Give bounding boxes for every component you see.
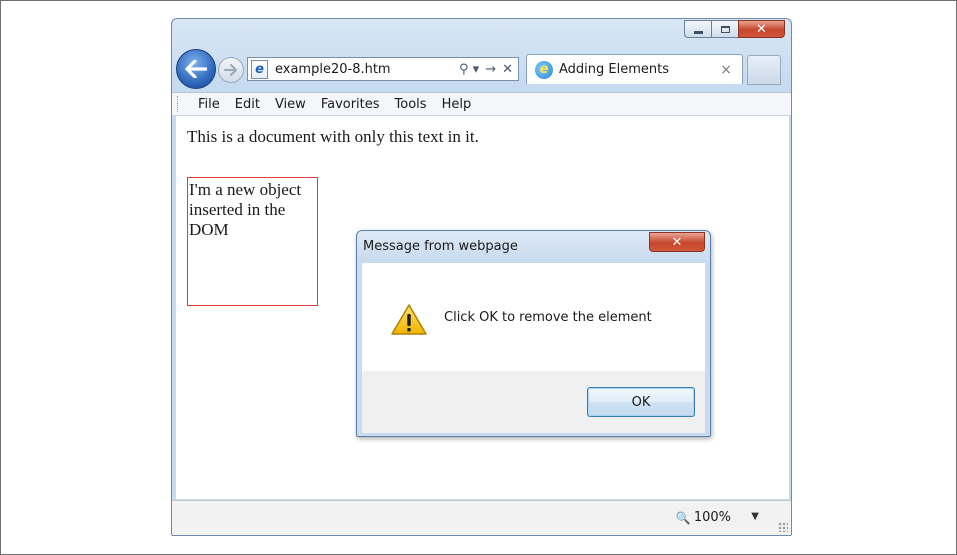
navigation-bar: e example20-8.htm ⚲ ▾ → ✕ e Adding Eleme…	[172, 47, 791, 91]
maximize-icon	[720, 25, 730, 33]
address-bar[interactable]: e example20-8.htm ⚲ ▾ → ✕	[247, 57, 519, 81]
dialog-title: Message from webpage	[363, 239, 518, 254]
zoom-level: 100%	[693, 510, 731, 525]
caption-buttons: ✕	[684, 20, 785, 38]
menu-grip	[177, 96, 181, 112]
inserted-element: I'm a new object inserted in the DOM	[187, 177, 318, 306]
address-text[interactable]: example20-8.htm	[275, 62, 391, 77]
menu-item-favorites[interactable]: Favorites	[321, 97, 380, 112]
zoom-control[interactable]: 🔍 100%	[676, 510, 731, 525]
dialog-body: Click OK to remove the element	[362, 263, 705, 371]
new-tab-button[interactable]	[747, 55, 781, 85]
menu-item-edit[interactable]: Edit	[235, 97, 260, 112]
ie-logo-icon: e	[535, 60, 553, 79]
zoom-magnifier-icon: 🔍	[675, 510, 691, 525]
search-dropdown-icon[interactable]: ⚲ ▾	[459, 62, 479, 77]
go-arrow-icon[interactable]: →	[485, 62, 496, 77]
dialog-footer: OK	[362, 371, 705, 433]
tab-title: Adding Elements	[559, 62, 669, 77]
resize-grip[interactable]	[778, 522, 788, 532]
menu-item-view[interactable]: View	[275, 97, 306, 112]
close-icon: ✕	[756, 21, 767, 37]
menu-item-tools[interactable]: Tools	[395, 97, 427, 112]
warning-icon	[391, 304, 427, 335]
minimize-button[interactable]	[684, 20, 711, 38]
tab-close-icon[interactable]: ×	[720, 62, 732, 78]
menu-item-file[interactable]: File	[198, 97, 220, 112]
status-bar: 🔍 100% ▼	[172, 500, 791, 535]
back-button[interactable]	[176, 49, 216, 89]
address-actions: ⚲ ▾ → ✕	[459, 62, 513, 77]
ok-button[interactable]: OK	[587, 387, 695, 417]
document-paragraph: This is a document with only this text i…	[187, 127, 479, 146]
menu-item-help[interactable]: Help	[442, 97, 472, 112]
message-dialog: Message from webpage ✕ Click OK to remov…	[356, 230, 711, 437]
forward-button[interactable]	[218, 57, 244, 83]
ie-page-icon: e	[251, 59, 268, 79]
zoom-dropdown-icon[interactable]: ▼	[751, 511, 759, 522]
dialog-message: Click OK to remove the element	[444, 310, 652, 325]
tab-adding-elements[interactable]: e Adding Elements ×	[526, 54, 743, 84]
menu-bar: File Edit View Favorites Tools Help	[172, 92, 791, 116]
maximize-button[interactable]	[711, 20, 738, 38]
forward-arrow-icon	[224, 64, 237, 76]
dialog-close-button[interactable]: ✕	[649, 232, 705, 252]
minimize-icon	[693, 30, 703, 34]
close-icon: ✕	[671, 234, 683, 250]
close-window-button[interactable]: ✕	[738, 20, 785, 38]
stop-icon[interactable]: ✕	[502, 62, 513, 77]
back-arrow-icon	[185, 60, 207, 78]
